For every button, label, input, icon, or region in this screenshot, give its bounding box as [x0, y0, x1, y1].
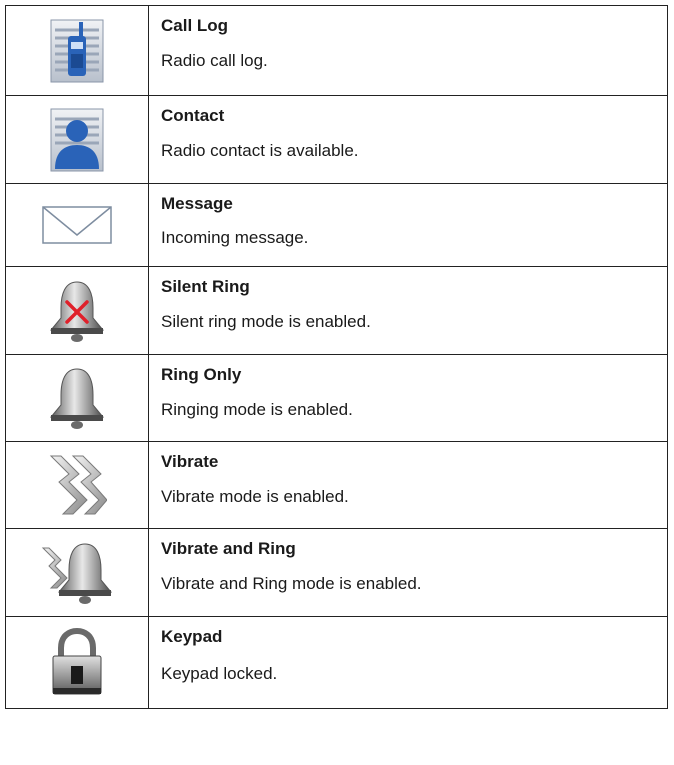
icon-cell — [5, 266, 149, 355]
vibrate-icon — [6, 452, 148, 518]
entry-text-cell: Call Log Radio call log. — [148, 5, 668, 96]
entry-description: Vibrate and Ring mode is enabled. — [161, 574, 422, 593]
entry-name: Message — [161, 194, 233, 213]
entry-description: Radio call log. — [161, 51, 268, 70]
entry-description: Silent ring mode is enabled. — [161, 312, 371, 331]
table-row: Silent Ring Silent ring mode is enabled. — [5, 266, 668, 355]
icon-cell — [5, 528, 149, 617]
vibrate-ring-icon — [6, 540, 148, 606]
table-row: Keypad Keypad locked. — [5, 616, 668, 709]
silent-ring-bell-icon — [6, 278, 148, 344]
entry-name: Contact — [161, 106, 225, 125]
icon-cell — [5, 5, 149, 96]
entry-name: Call Log — [161, 16, 229, 35]
table-row: Call Log Radio call log. — [5, 5, 668, 96]
entry-text-cell: Contact Radio contact is available. — [148, 95, 668, 184]
table-row: Vibrate Vibrate mode is enabled. — [5, 441, 668, 529]
entry-name: Silent Ring — [161, 277, 250, 296]
icon-cell — [5, 95, 149, 184]
entry-description: Ringing mode is enabled. — [161, 400, 353, 419]
icon-cell — [5, 441, 149, 529]
entry-text-cell: Ring Only Ringing mode is enabled. — [148, 354, 668, 442]
table-row: Message Incoming message. — [5, 183, 668, 267]
ring-bell-icon — [6, 365, 148, 431]
message-envelope-icon — [6, 205, 148, 245]
entry-text-cell: Keypad Keypad locked. — [148, 616, 668, 709]
call-log-icon — [6, 18, 148, 84]
table-row: Vibrate and Ring Vibrate and Ring mode i… — [5, 528, 668, 617]
entry-description: Incoming message. — [161, 228, 309, 247]
entry-name: Vibrate and Ring — [161, 539, 296, 558]
entry-text-cell: Vibrate Vibrate mode is enabled. — [148, 441, 668, 529]
entry-name: Vibrate — [161, 452, 219, 471]
entry-description: Keypad locked. — [161, 664, 278, 683]
icon-cell — [5, 354, 149, 442]
entry-name: Ring Only — [161, 365, 242, 384]
status-icon-table: Call Log Radio call log. Contact Radio c… — [5, 5, 668, 709]
icon-cell — [5, 616, 149, 709]
entry-name: Keypad — [161, 627, 223, 646]
table-row: Contact Radio contact is available. — [5, 95, 668, 184]
entry-description: Radio contact is available. — [161, 141, 359, 160]
entry-text-cell: Silent Ring Silent ring mode is enabled. — [148, 266, 668, 355]
entry-text-cell: Vibrate and Ring Vibrate and Ring mode i… — [148, 528, 668, 617]
entry-text-cell: Message Incoming message. — [148, 183, 668, 267]
icon-cell — [5, 183, 149, 267]
entry-description: Vibrate mode is enabled. — [161, 487, 349, 506]
padlock-icon — [6, 627, 148, 698]
table-row: Ring Only Ringing mode is enabled. — [5, 354, 668, 442]
contact-icon — [6, 107, 148, 173]
